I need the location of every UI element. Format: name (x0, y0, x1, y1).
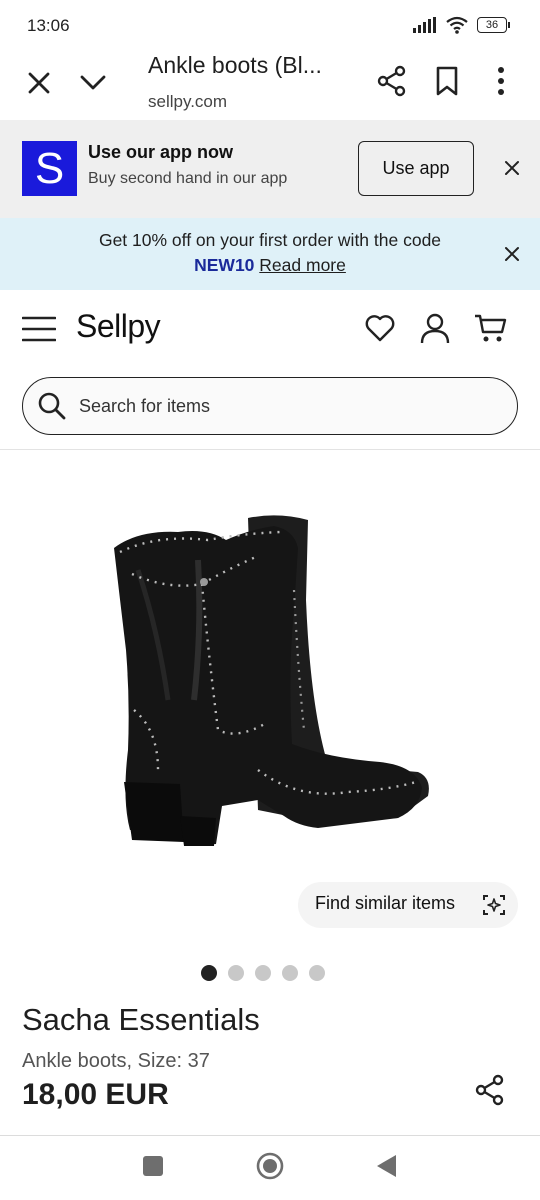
pagination-dot[interactable] (228, 965, 244, 981)
wifi-icon (446, 16, 468, 34)
more-icon[interactable] (488, 65, 514, 97)
system-nav-bar (0, 1136, 540, 1200)
site-header: Sellpy (0, 290, 540, 370)
pagination-dot[interactable] (201, 965, 217, 981)
user-icon[interactable] (420, 312, 450, 344)
close-icon[interactable] (24, 68, 54, 98)
cart-icon[interactable] (474, 312, 508, 344)
bookmark-icon[interactable] (432, 65, 462, 97)
find-similar-label: Find similar items (315, 893, 456, 913)
share-icon[interactable] (474, 1074, 506, 1106)
back-button[interactable] (374, 1153, 398, 1179)
promo-code: NEW10 (194, 255, 255, 275)
app-logo: S (22, 141, 77, 196)
promo-code-line: NEW10 Read more (0, 255, 540, 276)
read-more-link[interactable]: Read more (259, 255, 346, 275)
chevron-down-icon[interactable] (78, 68, 108, 98)
product-brand: Sacha Essentials (22, 1002, 260, 1037)
pagination-dot[interactable] (282, 965, 298, 981)
promo-text: Get 10% off on your first order with the… (98, 230, 442, 250)
divider (0, 449, 540, 450)
menu-icon[interactable] (22, 314, 56, 344)
product-subtitle: Ankle boots, Size: 37 (22, 1050, 210, 1072)
app-install-banner: S Use our app now Buy second hand in our… (0, 120, 540, 218)
pagination-dot[interactable] (309, 965, 325, 981)
battery-level: 36 (477, 17, 507, 33)
recent-apps-button[interactable] (143, 1156, 163, 1176)
pagination-dot[interactable] (255, 965, 271, 981)
status-icons: 36 (413, 16, 510, 34)
use-app-button[interactable]: Use app (358, 141, 474, 196)
heart-icon[interactable] (364, 312, 396, 344)
close-icon[interactable] (502, 158, 522, 178)
home-button[interactable] (256, 1152, 284, 1180)
find-similar-button[interactable]: Find similar items (298, 882, 518, 928)
search-input[interactable] (79, 392, 499, 420)
search-bar[interactable] (22, 377, 518, 435)
share-icon[interactable] (376, 65, 408, 97)
page-url: sellpy.com (148, 92, 228, 111)
search-icon (38, 392, 66, 420)
visual-search-icon (483, 895, 505, 915)
close-icon[interactable] (502, 244, 522, 264)
page-title: Ankle boots (Bl... (148, 52, 322, 78)
app-banner-title: Use our app now (88, 142, 234, 162)
image-pagination (201, 965, 325, 981)
product-price: 18,00 EUR (22, 1078, 169, 1111)
battery-icon: 36 (477, 17, 510, 33)
status-bar: 13:06 36 (0, 0, 540, 48)
app-banner-subtitle: Buy second hand in our app (88, 170, 288, 187)
signal-icon (413, 17, 436, 33)
product-image[interactable] (98, 500, 448, 860)
browser-toolbar: Ankle boots (Bl... sellpy.com (0, 48, 540, 120)
status-time: 13:06 (27, 16, 70, 35)
promo-banner: Get 10% off on your first order with the… (0, 218, 540, 290)
site-logo[interactable]: Sellpy (76, 308, 161, 345)
